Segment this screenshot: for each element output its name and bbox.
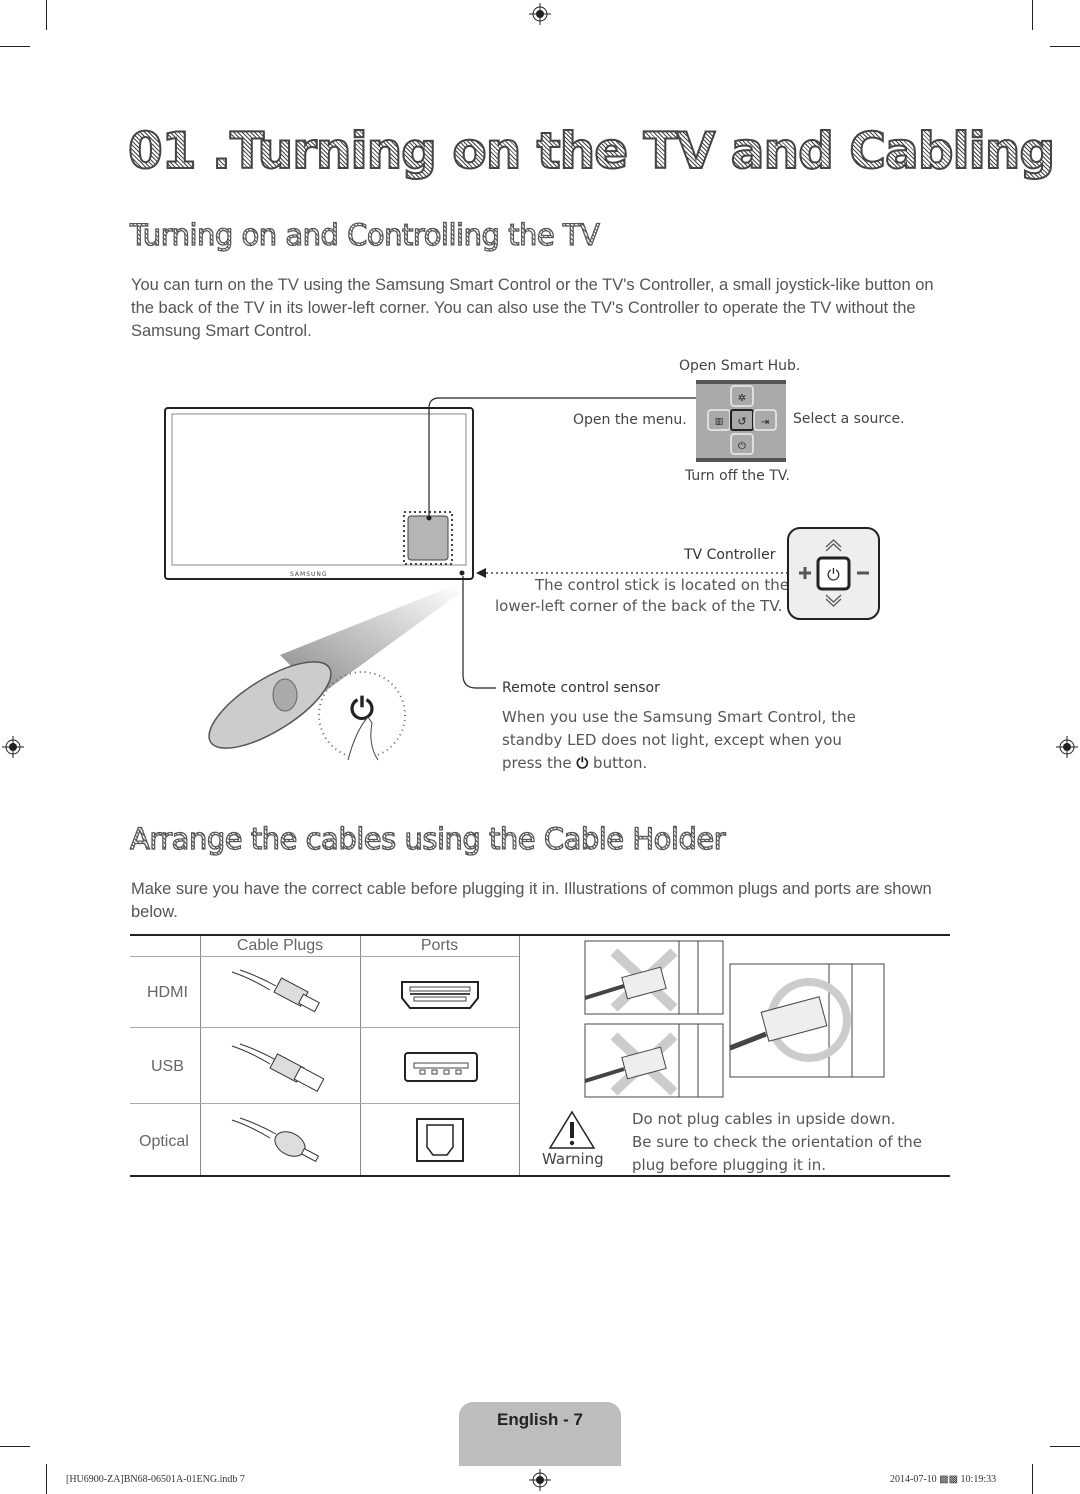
remote-sensor-desc-2: standby LED does not light, except when … [502, 731, 842, 749]
section-body-controlling: You can turn on the TV using the Samsung… [131, 276, 934, 340]
section-title-cables: Arrange the cables using the Cable Holde… [129, 821, 726, 856]
registration-mark-icon [1056, 736, 1078, 758]
power-icon: ⏻ [576, 754, 589, 772]
table-divider [200, 936, 201, 1175]
usb-port-icon [404, 1052, 478, 1082]
section-body-cables: Make sure you have the correct cable bef… [131, 880, 932, 921]
tv-controller-desc-2: lower-left corner of the back of the TV. [495, 597, 783, 615]
remote-control-illustration: ⏻ [208, 585, 460, 761]
table-divider [130, 956, 519, 957]
registration-mark-icon [529, 3, 551, 25]
registration-mark-icon [2, 736, 24, 758]
optical-port-icon [416, 1118, 464, 1162]
table-bottom-rule [130, 1175, 950, 1177]
warning-icon [548, 1110, 596, 1149]
page-number: English - 7 [497, 1410, 583, 1429]
warning-line-1: Do not plug cables in upside down. [632, 1110, 896, 1128]
crop-mark [0, 46, 30, 47]
table-row-optical-label: Optical [139, 1133, 189, 1150]
crop-mark [1050, 1446, 1080, 1447]
menu-label-open-menu: Open the menu. [573, 412, 687, 428]
crop-mark [1032, 0, 1033, 30]
tv-controller-title: TV Controller [684, 547, 776, 563]
registration-mark-icon [529, 1469, 551, 1491]
crop-mark [1032, 1464, 1033, 1494]
menu-label-select-source: Select a source. [793, 411, 905, 427]
tv-brand-logo: SAMSUNG [290, 571, 328, 578]
svg-text:⇥: ⇥ [761, 417, 769, 428]
chapter-title: 01 .Turning on the TV and Cabling [127, 121, 1056, 181]
tv-controller-joystick: ⏻ [787, 527, 880, 620]
svg-text:✲: ✲ [738, 393, 746, 404]
plug-orientation-illustrations [584, 940, 885, 1098]
crop-mark [46, 0, 47, 30]
table-header-plugs: Cable Plugs [236, 937, 324, 954]
svg-text:⏻: ⏻ [827, 565, 840, 584]
remote-sensor-desc-3: press the ⏻ button. [502, 752, 647, 775]
remote-sensor-desc-3-post: button. [593, 754, 648, 772]
remote-sensor-desc-3-pre: press the [502, 754, 572, 772]
table-header-ports: Ports [420, 937, 459, 954]
leader-lines [426, 397, 710, 689]
table-row-usb-label: USB [151, 1058, 184, 1075]
section-title-controlling: Turning on and Controlling the TV [129, 217, 600, 252]
remote-sensor-desc-1: When you use the Samsung Smart Control, … [502, 708, 856, 726]
footer-filename: [HU6900-ZA]BN68-06501A-01ENG.indb 7 [66, 1474, 245, 1485]
page-number-badge: English - 7 [459, 1402, 621, 1466]
usb-plug-icon [231, 1043, 325, 1092]
svg-text:↺: ↺ [737, 415, 746, 428]
table-divider [130, 1027, 519, 1028]
warning-label: Warning [542, 1150, 604, 1168]
table-row-hdmi-label: HDMI [147, 984, 188, 1001]
footer-timestamp: 2014-07-10 ▩▩ 10:19:33 [890, 1474, 997, 1485]
table-top-rule [130, 934, 950, 936]
table-divider [360, 936, 361, 1175]
crop-mark [0, 1446, 30, 1447]
table-divider [130, 1103, 519, 1104]
svg-text:▥: ▥ [715, 417, 724, 427]
warning-line-2: Be sure to check the orientation of the [632, 1133, 923, 1151]
optical-plug-icon [231, 1117, 320, 1163]
controller-menu-diagram: ✲ ▥ ↺ ⇥ ⏻ [696, 380, 786, 462]
crop-mark [46, 1464, 47, 1494]
hdmi-port-icon [401, 981, 479, 1009]
hdmi-plug-icon [231, 969, 320, 1013]
menu-label-open-smart-hub: Open Smart Hub. [679, 358, 801, 374]
tv-controller-desc-1: The control stick is located on the [535, 576, 789, 594]
remote-sensor-title: Remote control sensor [502, 680, 660, 696]
crop-mark [1050, 46, 1080, 47]
svg-text:⏻: ⏻ [738, 441, 746, 452]
table-divider [519, 936, 520, 1175]
warning-line-3: plug before plugging it in. [632, 1156, 826, 1174]
menu-label-turn-off: Turn off the TV. [685, 468, 790, 484]
